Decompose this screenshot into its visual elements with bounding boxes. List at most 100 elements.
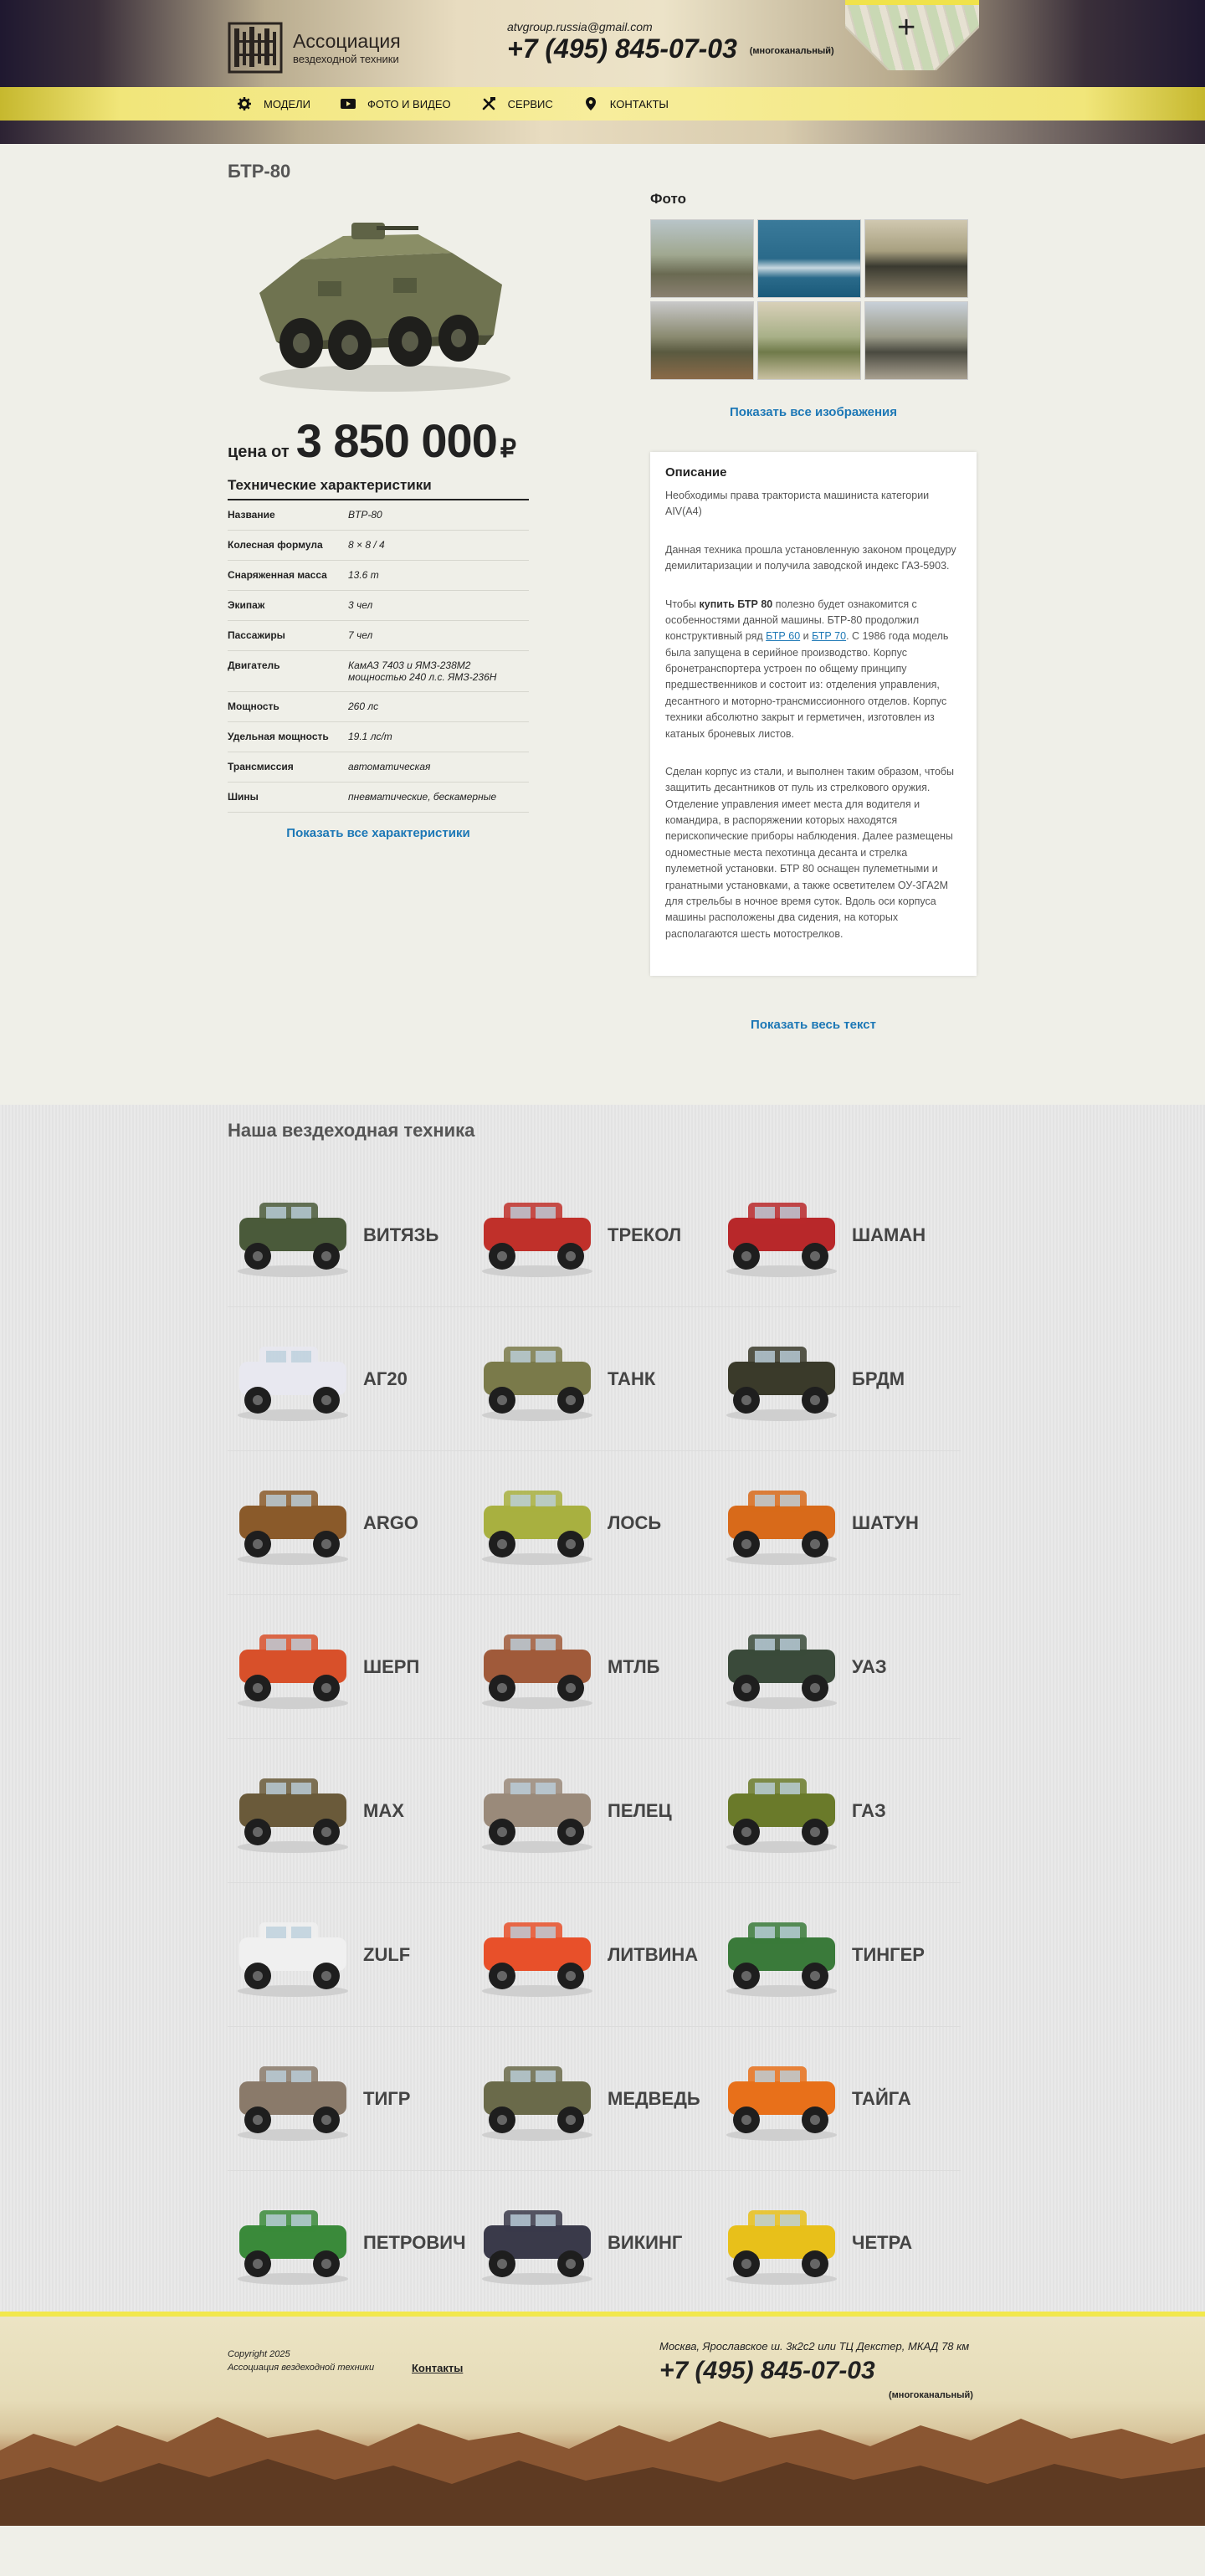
site-header: Ассоциация вездеходной техники atvgroup.… [0,0,1205,87]
catalog-title: Наша вездеходная техника [228,1120,475,1141]
spec-row: Мощность 260 лс [228,692,529,722]
catalog-item[interactable]: ШЕРП [228,1595,472,1739]
copyright-org: Ассоциация вездеходной техники [228,2362,375,2373]
catalog-item[interactable]: МТЛБ [472,1595,716,1739]
gallery-thumbnail[interactable] [757,301,861,380]
vehicle-image [472,2053,602,2145]
map-expand-icon[interactable]: + [897,12,915,44]
vehicle-image [472,1477,602,1569]
catalog-item[interactable]: ТИГР [228,2027,472,2171]
catalog-item-name: ТИГР [363,2087,411,2109]
catalog-item[interactable]: УАЗ [716,1595,961,1739]
catalog-item[interactable]: ВИТЯЗЬ [228,1163,472,1307]
header-decor-strip [0,121,1205,144]
catalog-item[interactable]: АГ20 [228,1307,472,1451]
catalog-item[interactable]: ТАНК [472,1307,716,1451]
vehicle-image [472,2197,602,2289]
vehicle-image [228,2053,358,2145]
map-widget[interactable]: + [845,0,979,70]
logo-title: Ассоциация [293,29,401,52]
gallery-thumbnail[interactable] [864,301,968,380]
catalog-item[interactable]: ЧЕТРА [716,2171,961,2315]
nav-item-photo-video[interactable]: ФОТО И ВИДЕО [341,96,451,111]
catalog-item[interactable]: ПЕЛЕЦ [472,1739,716,1883]
catalog-item-name: УАЗ [852,1655,887,1677]
vehicle-image [228,2197,358,2289]
catalog-item-name: ВИКИНГ [608,2231,683,2253]
vehicle-image [472,1333,602,1425]
vehicle-image [472,1621,602,1713]
description-title: Описание [665,465,727,480]
nav-item-models[interactable]: МОДЕЛИ [237,96,310,111]
catalog-item[interactable]: ШАТУН [716,1451,961,1595]
product-section: БТР-80 цена от 3 850 000 ₽ Технические х… [0,144,1205,1105]
gallery-thumbnail[interactable] [650,219,754,298]
footer-contacts-link[interactable]: Контакты [412,2362,463,2374]
vehicle-image [228,1477,358,1569]
site-footer: Copyright 2025 Ассоциация вездеходной те… [0,2312,1205,2526]
description-paragraph: Необходимы права тракториста машиниста к… [665,490,930,518]
catalog-item-name: ГАЗ [852,1799,886,1821]
product-image[interactable] [243,201,519,402]
spec-value: 260 лс [348,700,379,712]
nav-item-contacts[interactable]: КОНТАКТЫ [583,96,669,111]
price-label: цена от [228,443,290,461]
catalog-item[interactable]: ЛОСЬ [472,1451,716,1595]
footer-phone[interactable]: +7 (495) 845-07-03 [659,2357,875,2385]
site-logo[interactable]: Ассоциация вездеходной техники [228,20,401,75]
gallery-thumbnail[interactable] [757,219,861,298]
catalog-item[interactable]: ТИНГЕР [716,1883,961,2027]
spec-value: КамАЗ 7403 и ЯМЗ-238М2 мощностью 240 л.с… [348,659,497,683]
description-card: Описание Необходимы права тракториста ма… [650,452,977,976]
spec-row: Трансмиссия автоматическая [228,752,529,783]
catalog-item[interactable]: МЕДВЕДЬ [472,2027,716,2171]
spec-key: Удельная мощность [228,731,329,742]
catalog-grid: ВИТЯЗЬ ТРЕКОЛ ШАМАН АГ20 ТАНК БРДМ ARGO ЛОСЬ ШАТ… [228,1163,981,2315]
nav-item-label: МОДЕЛИ [264,97,311,110]
spec-row: Двигатель КамАЗ 7403 и ЯМЗ-238М2 мощность… [228,651,529,692]
catalog-item[interactable]: ЛИТВИНА [472,1883,716,2027]
catalog-item[interactable]: ГАЗ [716,1739,961,1883]
description-paragraph: Сделан корпус из стали, и выполнен таким… [665,765,955,940]
vehicle-image [716,2197,847,2289]
spec-key: Шины [228,791,259,803]
spec-row: Пассажиры 7 чел [228,621,529,651]
show-all-photos-link[interactable]: Показать все изображения [650,405,977,419]
show-all-specs-link[interactable]: Показать все характеристики [228,826,529,840]
catalog-item-name: MAX [363,1799,404,1821]
catalog-item[interactable]: БРДМ [716,1307,961,1451]
price: цена от 3 850 000 ₽ [228,413,516,468]
spec-row: Удельная мощность 19.1 лс/т [228,722,529,752]
btr60-link[interactable]: БТР 60 [766,630,800,642]
header-phone[interactable]: +7 (495) 845-07-03 [507,33,737,64]
gallery-thumbnail[interactable] [650,301,754,380]
gallery-thumbnail[interactable] [864,219,968,298]
logo-subtitle: вездеходной техники [293,52,399,65]
footer-phone-note: (многоканальный) [889,2390,973,2400]
catalog-item-name: ТАЙГА [852,2087,911,2109]
nav-item-label: ФОТО И ВИДЕО [367,97,451,110]
catalog-item-name: ШЕРП [363,1655,420,1677]
catalog-item[interactable]: ТРЕКОЛ [472,1163,716,1307]
catalog-item-name: ПЕТРОВИЧ [363,2231,466,2253]
catalog-item[interactable]: MAX [228,1739,472,1883]
catalog-item[interactable]: ВИКИНГ [472,2171,716,2315]
spec-row: Колесная формула 8 × 8 / 4 [228,531,529,561]
nav-item-service[interactable]: СЕРВИС [481,96,553,111]
header-email[interactable]: atvgroup.russia@gmail.com [507,20,834,33]
catalog-item[interactable]: ШАМАН [716,1163,961,1307]
catalog-item[interactable]: ПЕТРОВИЧ [228,2171,472,2315]
catalog-item[interactable]: ZULF [228,1883,472,2027]
logo-icon [228,20,283,75]
vehicle-image [716,2053,847,2145]
btr70-link[interactable]: БТР 70 [812,630,846,642]
specs-table: Технические характеристики Название BTP-8… [228,477,529,840]
vehicle-image [716,1909,847,2001]
vehicle-image [716,1189,847,1281]
show-full-text-link[interactable]: Показать весь текст [650,1018,977,1032]
catalog-item-name: ТИНГЕР [852,1943,925,1965]
catalog-item[interactable]: ТАЙГА [716,2027,961,2171]
catalog-item[interactable]: ARGO [228,1451,472,1595]
spec-value: BTP-80 [348,509,382,521]
tools-icon [481,96,496,111]
